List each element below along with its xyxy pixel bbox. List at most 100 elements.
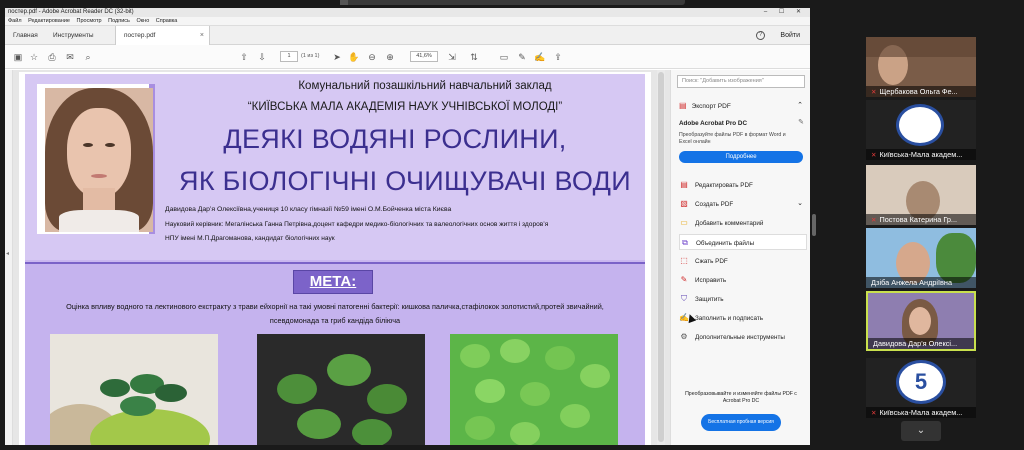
tool-combine-files[interactable]: ⧉ Объединить файлы (679, 234, 807, 250)
advisor-line-2: НПУ імені М.П.Драгоманова, кандидат біол… (165, 235, 335, 242)
chevron-down-icon[interactable]: ⌄ (797, 196, 803, 212)
tools-search-input[interactable]: Поиск: "Добавить изображения" (677, 75, 805, 88)
author-info: Давидова Дар’я Олексіївна,учениця 10 кла… (165, 206, 452, 213)
menu-window[interactable]: Окно (136, 18, 149, 24)
participant-tile-3[interactable]: ✕ Постова Катерина Гр... (866, 165, 976, 225)
menu-file[interactable]: Файл (8, 18, 22, 24)
page-count: (1 из 1) (301, 53, 320, 59)
scroll-participants-down-icon[interactable]: ⌄ (901, 421, 941, 441)
document-area: ◂ Комунальний позашкільний навчальний за… (5, 70, 810, 445)
tool-more-tools[interactable]: ⚙ Дополнительные инструменты (679, 329, 807, 345)
scroll-mode-icon[interactable]: ⇅ (467, 50, 481, 64)
tool-create-pdf[interactable]: ▧ Создать PDF ⌄ (679, 196, 807, 212)
sign-icon[interactable]: ✍ (533, 50, 547, 64)
title-bar: постер.pdf - Adobe Acrobat Reader DC (32… (5, 8, 810, 17)
bookmark-star-icon[interactable]: ☆ (27, 50, 41, 64)
zoom-out-icon[interactable]: ⊖ (365, 50, 379, 64)
tool-label: Исправить (695, 277, 727, 284)
scroll-thumb[interactable] (658, 72, 664, 442)
tool-fix[interactable]: ✎ Исправить (679, 272, 807, 288)
poster-title-line-1: ДЕЯКІ ВОДЯНІ РОСЛИНИ, (223, 124, 567, 154)
menu-help[interactable]: Справка (156, 18, 178, 24)
details-button[interactable]: Подробнее (679, 151, 803, 163)
photo-content (45, 88, 153, 232)
highlight-pen-icon[interactable]: ✎ (515, 50, 529, 64)
poster-title-line-2: ЯК БІОЛОГІЧНІ ОЧИЩУВАЧІ ВОДИ (179, 166, 631, 196)
poster-header: Комунальний позашкільний навчальний закл… (25, 74, 645, 260)
signin-button[interactable]: Войти (780, 26, 800, 45)
mic-muted-icon: ✕ (871, 152, 877, 159)
tool-edit-pdf[interactable]: ▤ Редактировать PDF (679, 177, 807, 193)
window-controls[interactable]: – ☐ ✕ (764, 8, 806, 17)
menu-edit[interactable]: Редактирование (28, 18, 70, 24)
tool-add-comment[interactable]: ▭ Добавить комментарий (679, 215, 807, 231)
page-number-input[interactable]: 1 (280, 51, 298, 62)
tool-label: Заполнить и подписать (695, 315, 763, 322)
mic-muted-icon: ✕ (871, 89, 877, 96)
free-trial-button[interactable]: Бесплатная пробная версия (701, 414, 781, 431)
institution-line-2: “КИЇВСЬКА МАЛА АКАДЕМІЯ НАУК УЧНІВСЬКОЇ … (247, 101, 563, 113)
search-icon[interactable]: ⌕ (81, 50, 95, 64)
tool-label: Редактировать PDF (695, 182, 753, 189)
page-up-icon[interactable]: ⇧ (237, 50, 251, 64)
plant-photo-2 (257, 334, 425, 445)
menu-sign[interactable]: Подпись (108, 18, 130, 24)
zoom-in-icon[interactable]: ⊕ (383, 50, 397, 64)
expand-left-panel-icon[interactable]: ◂ (6, 250, 9, 257)
menu-bar: Файл Редактирование Просмотр Подпись Окн… (5, 17, 810, 26)
select-cursor-icon[interactable]: ➤ (330, 50, 344, 64)
participant-name: ✕ Щербакова Ольга Фе... (866, 86, 976, 97)
participant-tile-active-speaker[interactable]: Давидова Дар'я Олексі... (866, 291, 976, 351)
print-icon[interactable]: ⎙ (45, 50, 59, 64)
mic-muted-icon: ✕ (871, 410, 877, 417)
fix-icon: ✎ (680, 275, 688, 284)
meeting-top-bar[interactable] (340, 0, 685, 5)
tool-protect[interactable]: ⛉ Защитить (679, 291, 807, 307)
share-icon[interactable]: ⇪ (551, 50, 565, 64)
email-icon[interactable]: ✉ (63, 50, 77, 64)
participant-tile-1[interactable]: ✕ Щербакова Ольга Фе... (866, 37, 976, 97)
poster: Комунальний позашкільний навчальний закл… (25, 74, 645, 445)
edit-pencil-icon[interactable]: ✎ (798, 118, 804, 126)
acrobat-window: постер.pdf - Adobe Acrobat Reader DC (32… (5, 8, 810, 445)
comment-icon[interactable]: ▭ (497, 50, 511, 64)
window-title: постер.pdf - Adobe Acrobat Reader DC (32… (8, 9, 134, 15)
page-down-icon[interactable]: ⇩ (255, 50, 269, 64)
goal-section: МЕТА: Оцінка впливу водного та лектиново… (25, 262, 645, 445)
chevron-up-icon[interactable]: ⌃ (797, 101, 803, 109)
zoom-level-select[interactable]: 41,6% (410, 51, 438, 62)
author-photo (37, 84, 155, 234)
help-icon[interactable]: ? (756, 31, 765, 40)
document-scrollbar[interactable] (657, 70, 665, 445)
institution-line-1: Комунальний позашкільний навчальний закл… (298, 80, 552, 92)
panel-resize-handle[interactable] (812, 214, 816, 236)
edit-pdf-icon: ▤ (680, 180, 688, 189)
participant-name: ✕ Київська-Мала академ... (866, 149, 976, 160)
tab-document[interactable]: постер.pdf × (115, 26, 210, 45)
tool-compress-pdf[interactable]: ⬚ Сжать PDF (679, 253, 807, 269)
participant-name: Давидова Дар'я Олексі... (868, 338, 974, 349)
tool-label: Дополнительные инструменты (695, 334, 785, 341)
participant-name: ✕ Постова Катерина Гр... (866, 214, 976, 225)
close-tab-icon[interactable]: × (200, 26, 204, 45)
participant-tile-6[interactable]: 5 ✕ Київська-Мала академ... (866, 358, 976, 418)
right-tools-panel: Поиск: "Добавить изображения" ▤ Экспорт P… (657, 70, 810, 445)
participant-tile-2[interactable]: ✕ Київська-Мала академ... (866, 100, 976, 160)
menu-view[interactable]: Просмотр (77, 18, 102, 24)
left-nav-strip: ◂ (5, 70, 13, 445)
tab-tools[interactable]: Инструменты (45, 26, 102, 45)
participant-tile-4[interactable]: Дзіба Анжела Андріївна (866, 228, 976, 288)
fit-page-icon[interactable]: ⇲ (445, 50, 459, 64)
top-bar-indicator (340, 0, 348, 5)
tab-home[interactable]: Главная (5, 26, 46, 45)
create-pdf-icon: ▧ (680, 199, 688, 208)
export-pdf-icon: ▤ (679, 101, 687, 110)
compress-pdf-icon: ⬚ (680, 256, 688, 265)
plant-photo-1 (50, 334, 218, 445)
save-icon[interactable]: ▣ (11, 50, 25, 64)
export-pdf-header[interactable]: ▤ Экспорт PDF ⌃ (679, 101, 803, 110)
hand-tool-icon[interactable]: ✋ (347, 50, 361, 64)
participant-name: Дзіба Анжела Андріївна (866, 277, 976, 288)
tab-bar: Главная Инструменты постер.pdf × ? Войти (5, 26, 810, 45)
tool-fill-sign[interactable]: ✍ Заполнить и подписать (679, 310, 807, 326)
